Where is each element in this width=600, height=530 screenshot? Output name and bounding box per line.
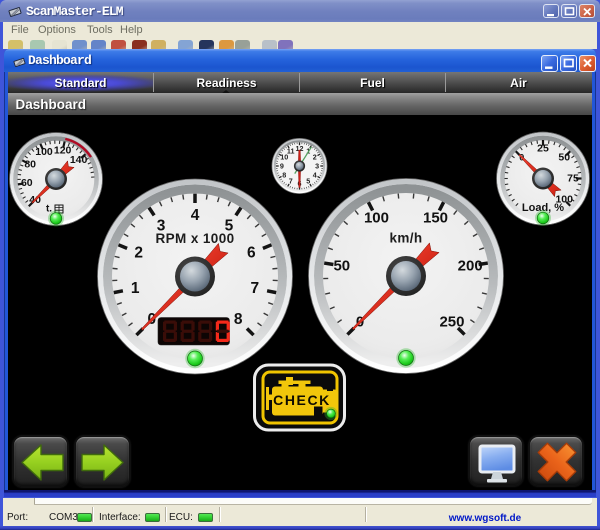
svg-text:1: 1 [130,280,139,297]
svg-text:80: 80 [24,159,36,171]
svg-text:60: 60 [20,177,32,189]
svg-text:150: 150 [422,210,447,227]
svg-text:7: 7 [288,177,292,186]
svg-text:3: 3 [315,162,319,171]
svg-text:km/h: km/h [389,230,422,245]
svg-text:2: 2 [312,153,316,162]
svg-text:140: 140 [69,154,87,166]
svg-text:4: 4 [312,170,316,179]
svg-text:100: 100 [35,146,53,158]
svg-text:25: 25 [537,143,549,155]
svg-text:200: 200 [457,257,482,274]
svg-text:CHECK: CHECK [273,392,331,408]
svg-text:8: 8 [233,311,242,328]
svg-text:100: 100 [363,210,388,227]
svg-text:2: 2 [134,245,143,262]
svg-text:75: 75 [567,173,579,185]
svg-text:RPM x 1000: RPM x 1000 [155,231,234,246]
svg-text:50: 50 [558,151,570,163]
svg-text:9: 9 [279,162,283,171]
svg-text:6: 6 [247,245,256,262]
svg-text:5: 5 [306,177,310,186]
svg-text:8: 8 [282,170,286,179]
svg-text:250: 250 [439,313,464,330]
svg-text:11: 11 [286,146,294,155]
svg-text:50: 50 [333,257,350,274]
svg-text:4: 4 [190,207,199,224]
svg-text:7: 7 [250,280,259,297]
